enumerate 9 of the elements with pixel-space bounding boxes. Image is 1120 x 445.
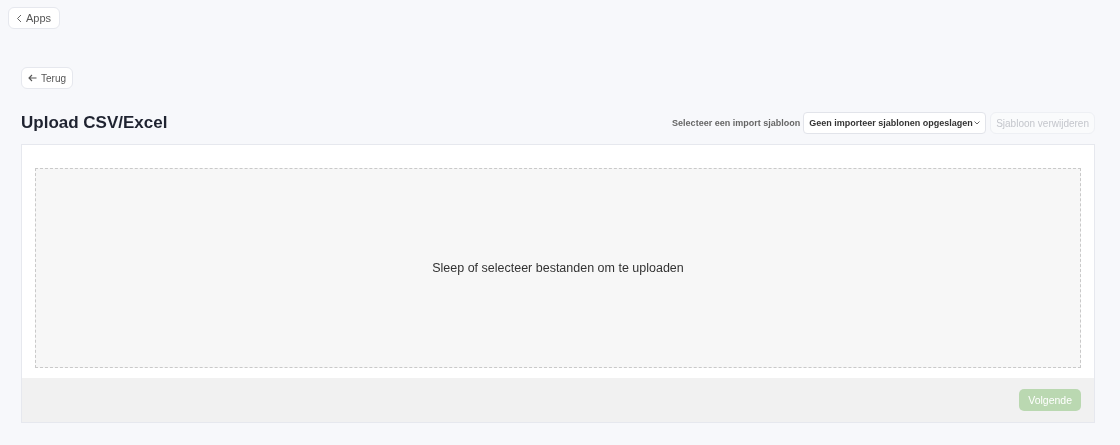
- page-title: Upload CSV/Excel: [21, 113, 169, 133]
- template-select[interactable]: Geen importeer sjablonen opgeslagen: [803, 112, 987, 134]
- template-label: Selecteer een import sjabloon: [672, 118, 801, 128]
- back-button[interactable]: Terug: [21, 67, 73, 89]
- chevron-down-icon: [974, 121, 981, 125]
- chevron-left-icon: [16, 13, 22, 23]
- apps-back-button[interactable]: Apps: [8, 7, 61, 29]
- arrow-left-icon: [28, 74, 37, 82]
- file-dropzone[interactable]: Sleep of selecteer bestanden om te uploaden: [35, 168, 1081, 368]
